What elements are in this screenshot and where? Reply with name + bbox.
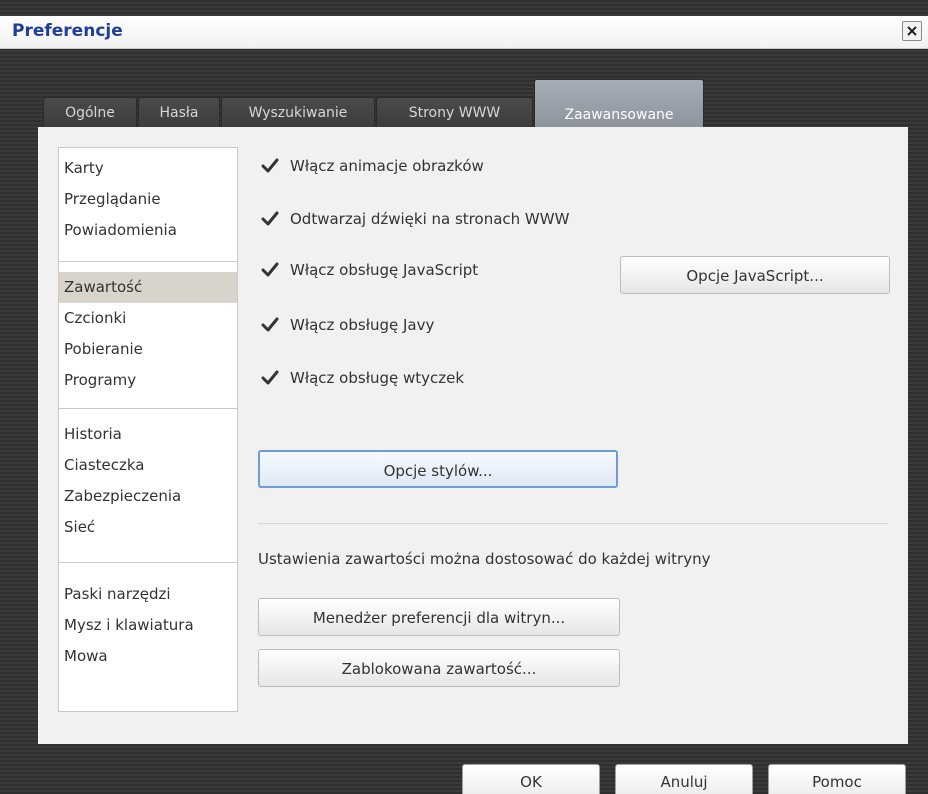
sidebar-item-content[interactable]: Zawartość xyxy=(59,272,237,303)
close-icon xyxy=(907,26,917,36)
tab-passwords[interactable]: Hasła xyxy=(138,97,220,128)
checkbox-row-plugins[interactable]: Włącz obsługę wtyczek xyxy=(260,363,464,393)
sidebar-item-downloads[interactable]: Pobieranie xyxy=(59,334,237,365)
advanced-panel: Karty Przeglądanie Powiadomienia Zawarto… xyxy=(38,127,908,744)
sidebar-item-history[interactable]: Historia xyxy=(59,419,237,450)
sidebar-item-security[interactable]: Zabezpieczenia xyxy=(59,481,237,512)
checkmark-icon xyxy=(261,262,279,277)
checkbox-row-sounds[interactable]: Odtwarzaj dźwięki na stronach WWW xyxy=(260,204,569,234)
java-label: Włącz obsługę Javy xyxy=(290,316,435,334)
javascript-label: Włącz obsługę JavaScript xyxy=(290,261,479,279)
animations-label: Włącz animacje obrazków xyxy=(290,157,484,175)
sidebar-group-2: Zawartość Czcionki Pobieranie Programy xyxy=(59,261,237,419)
tab-label: Strony WWW xyxy=(408,105,501,121)
divider xyxy=(258,523,888,524)
plugins-checkbox[interactable] xyxy=(260,368,280,388)
tab-advanced[interactable]: Zaawansowane xyxy=(534,79,704,128)
sidebar-item-browsing[interactable]: Przeglądanie xyxy=(59,184,237,215)
java-checkbox[interactable] xyxy=(260,315,280,335)
tab-label: Wyszukiwanie xyxy=(248,105,348,121)
blocked-content-button[interactable]: Zablokowana zawartość... xyxy=(258,649,620,687)
plugins-label: Włącz obsługę wtyczek xyxy=(290,369,465,387)
close-button[interactable] xyxy=(902,21,922,41)
sidebar-item-mouse-keyboard[interactable]: Mysz i klawiatura xyxy=(59,610,237,641)
sidebar-group-4: Paski narzędzi Mysz i klawiatura Mowa xyxy=(59,562,237,719)
site-settings-text: Ustawienia zawartości można dostosować d… xyxy=(258,550,711,568)
tab-label: Ogólne xyxy=(65,105,115,121)
tab-websites[interactable]: Strony WWW xyxy=(376,97,533,128)
sounds-label: Odtwarzaj dźwięki na stronach WWW xyxy=(290,210,570,228)
javascript-checkbox[interactable] xyxy=(260,260,280,280)
sidebar-item-voice[interactable]: Mowa xyxy=(59,641,237,672)
help-button[interactable]: Pomoc xyxy=(768,764,906,794)
javascript-options-button[interactable]: Opcje JavaScript... xyxy=(620,256,890,294)
style-options-button[interactable]: Opcje stylów... xyxy=(258,450,618,488)
animations-checkbox[interactable] xyxy=(260,156,280,176)
checkmark-icon xyxy=(261,158,279,173)
checkbox-row-javascript[interactable]: Włącz obsługę JavaScript xyxy=(260,255,478,285)
tab-label: Zaawansowane xyxy=(564,107,674,123)
sidebar-item-tabs[interactable]: Karty xyxy=(59,153,237,184)
sidebar-item-network[interactable]: Sieć xyxy=(59,512,237,543)
sidebar-item-programs[interactable]: Programy xyxy=(59,365,237,396)
checkmark-icon xyxy=(261,370,279,385)
sidebar-group-3: Historia Ciasteczka Zabezpieczenia Sieć xyxy=(59,408,237,567)
sidebar-item-cookies[interactable]: Ciasteczka xyxy=(59,450,237,481)
sidebar-group-1: Karty Przeglądanie Powiadomienia xyxy=(59,148,237,261)
tab-general[interactable]: Ogólne xyxy=(43,97,137,128)
checkbox-row-animations[interactable]: Włącz animacje obrazków xyxy=(260,151,484,181)
tab-search[interactable]: Wyszukiwanie xyxy=(221,97,375,128)
sidebar-item-toolbars[interactable]: Paski narzędzi xyxy=(59,579,237,610)
cancel-button[interactable]: Anuluj xyxy=(615,764,753,794)
sidebar-item-notifications[interactable]: Powiadomienia xyxy=(59,215,237,246)
sidebar: Karty Przeglądanie Powiadomienia Zawarto… xyxy=(58,147,238,712)
checkmark-icon xyxy=(261,317,279,332)
ok-button[interactable]: OK xyxy=(462,764,600,794)
tab-label: Hasła xyxy=(159,105,199,121)
sounds-checkbox[interactable] xyxy=(260,209,280,229)
checkmark-icon xyxy=(261,211,279,226)
title-bar: Preferencje xyxy=(0,16,928,49)
preferences-window: Preferencje Ogólne Hasła Wyszukiwanie St… xyxy=(0,0,928,794)
site-preferences-manager-button[interactable]: Menedżer preferencji dla witryn... xyxy=(258,598,620,636)
checkbox-row-java[interactable]: Włącz obsługę Javy xyxy=(260,310,434,340)
sidebar-item-fonts[interactable]: Czcionki xyxy=(59,303,237,334)
window-title: Preferencje xyxy=(12,21,123,41)
